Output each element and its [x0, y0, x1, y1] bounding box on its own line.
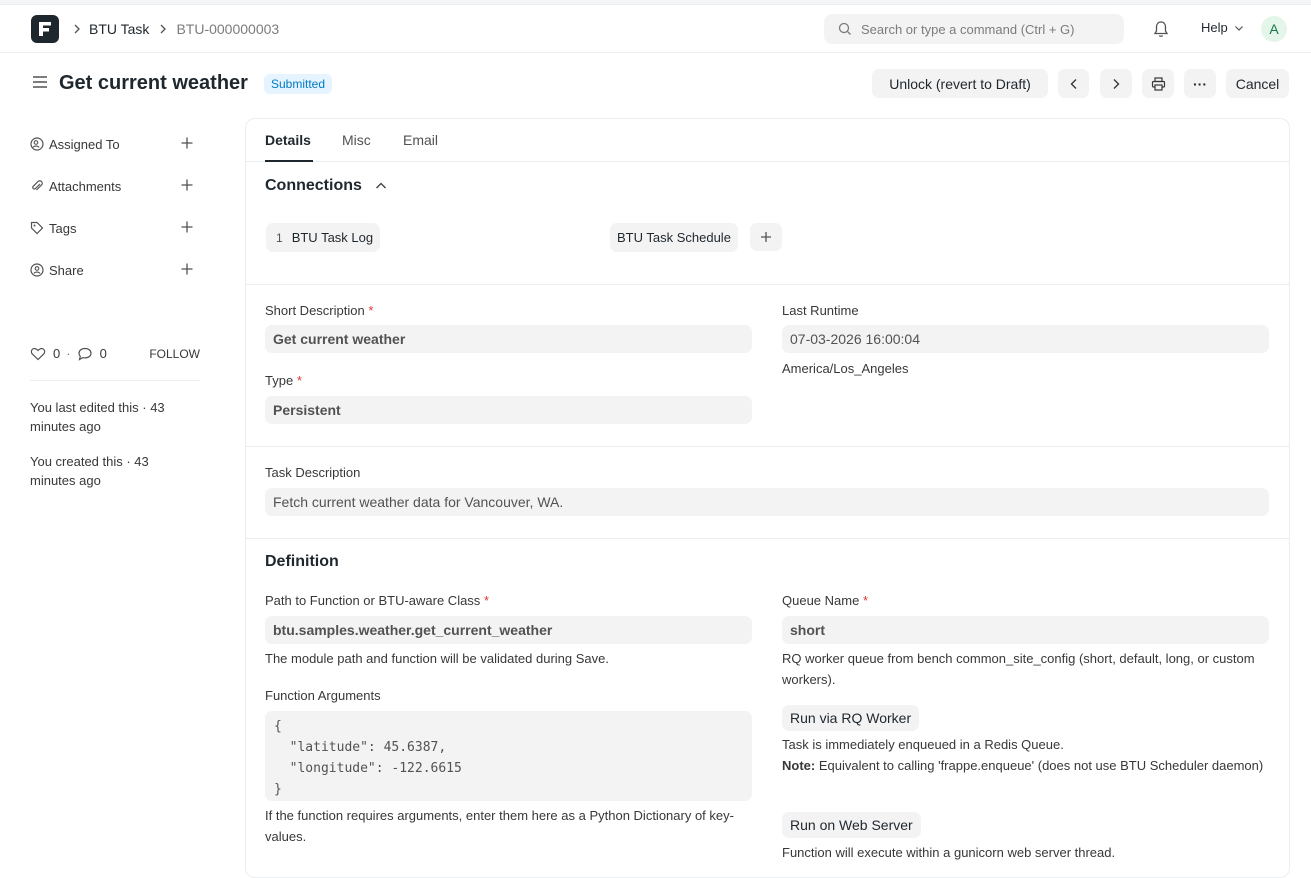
separator-dot: · — [66, 346, 71, 361]
breadcrumb: BTU Task BTU-000000003 — [72, 5, 279, 53]
sidebar-item-tags[interactable]: Tags — [30, 216, 200, 240]
path-field[interactable]: btu.samples.weather.get_current_weather — [265, 616, 752, 644]
chevron-right-icon — [1113, 78, 1120, 89]
paperclip-icon — [32, 180, 43, 191]
task-description-field[interactable]: Fetch current weather data for Vancouver… — [265, 488, 1269, 516]
comment-count: 0 — [99, 346, 107, 361]
connection-label: BTU Task Log — [291, 230, 374, 245]
avatar[interactable]: A — [1261, 16, 1287, 42]
bell-icon[interactable] — [1153, 20, 1169, 43]
definition-title: Definition — [265, 553, 339, 570]
status-badge: Submitted — [264, 74, 333, 94]
path-help-text: The module path and function will be val… — [265, 651, 609, 666]
page-head: Get current weather Submitted Unlock (re… — [0, 53, 1311, 113]
sidebar-item-attachments[interactable]: Attachments — [30, 174, 200, 198]
function-arguments-label: Function Arguments — [265, 688, 381, 703]
connection-btu-task-schedule[interactable]: BTU Task Schedule — [610, 223, 738, 252]
plus-icon[interactable] — [180, 220, 194, 234]
avatar-initial: A — [1269, 21, 1279, 37]
chevron-left-icon — [1070, 78, 1076, 89]
short-description-label: Short Description * — [265, 303, 374, 318]
like-count: 0 — [53, 346, 61, 361]
sidebar-item-label: Attachments — [49, 178, 122, 194]
plus-icon — [761, 232, 771, 242]
queue-name-label: Queue Name * — [782, 593, 869, 608]
help-dropdown[interactable]: Help — [1201, 20, 1244, 35]
chevron-up-icon — [375, 182, 386, 189]
queue-help-text: RQ worker queue from bench common_site_c… — [782, 651, 1255, 687]
plus-icon[interactable] — [180, 178, 194, 192]
type-label: Type * — [265, 373, 302, 388]
section-divider — [246, 446, 1289, 447]
sidebar-divider — [30, 380, 200, 381]
sidebar-item-label: Assigned To — [49, 136, 120, 152]
connections-header[interactable]: Connections — [265, 177, 387, 195]
follow-button[interactable]: FOLLOW — [149, 347, 200, 361]
last-runtime-label: Last Runtime — [782, 303, 859, 318]
task-description-label: Task Description — [265, 465, 361, 480]
run-via-rq-worker-checkbox[interactable]: Run via RQ Worker — [782, 705, 920, 731]
prev-button[interactable] — [1058, 69, 1089, 98]
form-card: Details Misc Email Connections 1 BTU Tas… — [245, 118, 1290, 878]
page-title: Get current weather — [59, 72, 248, 94]
sidebar-item-label: Share — [49, 262, 84, 278]
last-runtime-field[interactable]: 07-03-2026 16:00:04 — [782, 325, 1269, 353]
web-server-help-text: Function will execute within a gunicorn … — [782, 845, 1116, 860]
share-user-icon — [30, 263, 44, 277]
connection-count: 1 — [276, 230, 283, 245]
search-placeholder: Search or type a command (Ctrl + G) — [861, 21, 1075, 37]
help-label: Help — [1201, 20, 1228, 35]
unlock-button[interactable]: Unlock (revert to Draft) — [872, 69, 1048, 98]
comment-icon[interactable] — [77, 347, 93, 361]
printer-icon — [1151, 76, 1165, 91]
rq-note-text: Note: Equivalent to calling 'frappe.enqu… — [782, 758, 1264, 773]
breadcrumb-docname[interactable]: BTU-000000003 — [176, 21, 279, 37]
type-field[interactable]: Persistent — [265, 396, 752, 424]
menu-icon[interactable] — [32, 75, 48, 94]
breadcrumb-doctype[interactable]: BTU Task — [89, 21, 149, 37]
queue-name-field[interactable]: short — [782, 616, 1269, 644]
plus-icon[interactable] — [180, 136, 194, 150]
tab-details[interactable]: Details — [265, 132, 311, 148]
navbar: BTU Task BTU-000000003 Search or type a … — [0, 5, 1311, 53]
sidebar-item-share[interactable]: Share — [30, 258, 200, 282]
connections-title: Connections — [265, 177, 362, 194]
chevron-right-icon — [74, 24, 80, 34]
tab-email[interactable]: Email — [403, 132, 438, 148]
path-label: Path to Function or BTU-aware Class * — [265, 593, 489, 608]
cancel-button[interactable]: Cancel — [1226, 69, 1289, 98]
engagement-row: 0 · 0 FOLLOW — [30, 346, 200, 361]
run-on-web-server-checkbox[interactable]: Run on Web Server — [782, 812, 921, 838]
search-icon — [838, 22, 851, 35]
connection-label: BTU Task Schedule — [617, 230, 731, 245]
app-logo[interactable] — [31, 15, 59, 43]
connection-btu-task-log[interactable]: 1 BTU Task Log — [266, 223, 381, 252]
add-connection-button[interactable] — [750, 223, 782, 251]
chevron-down-icon — [1234, 25, 1243, 31]
created-text: You created this · 43 minutes ago — [30, 454, 149, 488]
print-button[interactable] — [1142, 69, 1174, 98]
user-add-icon — [30, 137, 44, 151]
section-divider — [246, 538, 1289, 539]
rq-worker-help-text: Task is immediately enqueued in a Redis … — [782, 737, 1064, 752]
heart-icon[interactable] — [30, 347, 46, 361]
tag-icon — [30, 221, 44, 235]
sidebar-item-assigned-to[interactable]: Assigned To — [30, 132, 200, 156]
plus-icon[interactable] — [180, 262, 194, 276]
more-button[interactable]: ··· — [1184, 69, 1216, 98]
tab-misc[interactable]: Misc — [342, 132, 371, 148]
chevron-right-icon — [160, 24, 167, 34]
short-description-field[interactable]: Get current weather — [265, 325, 752, 353]
next-button[interactable] — [1100, 69, 1132, 98]
timezone-text: America/Los_Angeles — [782, 361, 909, 376]
search-input[interactable]: Search or type a command (Ctrl + G) — [824, 14, 1124, 44]
function-arguments-field[interactable]: { "latitude": 45.6387, "longitude": -122… — [265, 711, 752, 801]
form-tabs: Details Misc Email — [246, 119, 1289, 162]
section-divider — [246, 284, 1289, 285]
active-tab-indicator — [265, 160, 313, 162]
arguments-help-text: If the function requires arguments, ente… — [265, 808, 734, 844]
sidebar-item-label: Tags — [49, 220, 77, 236]
last-edited-text: You last edited this · 43 minutes ago — [30, 400, 165, 434]
